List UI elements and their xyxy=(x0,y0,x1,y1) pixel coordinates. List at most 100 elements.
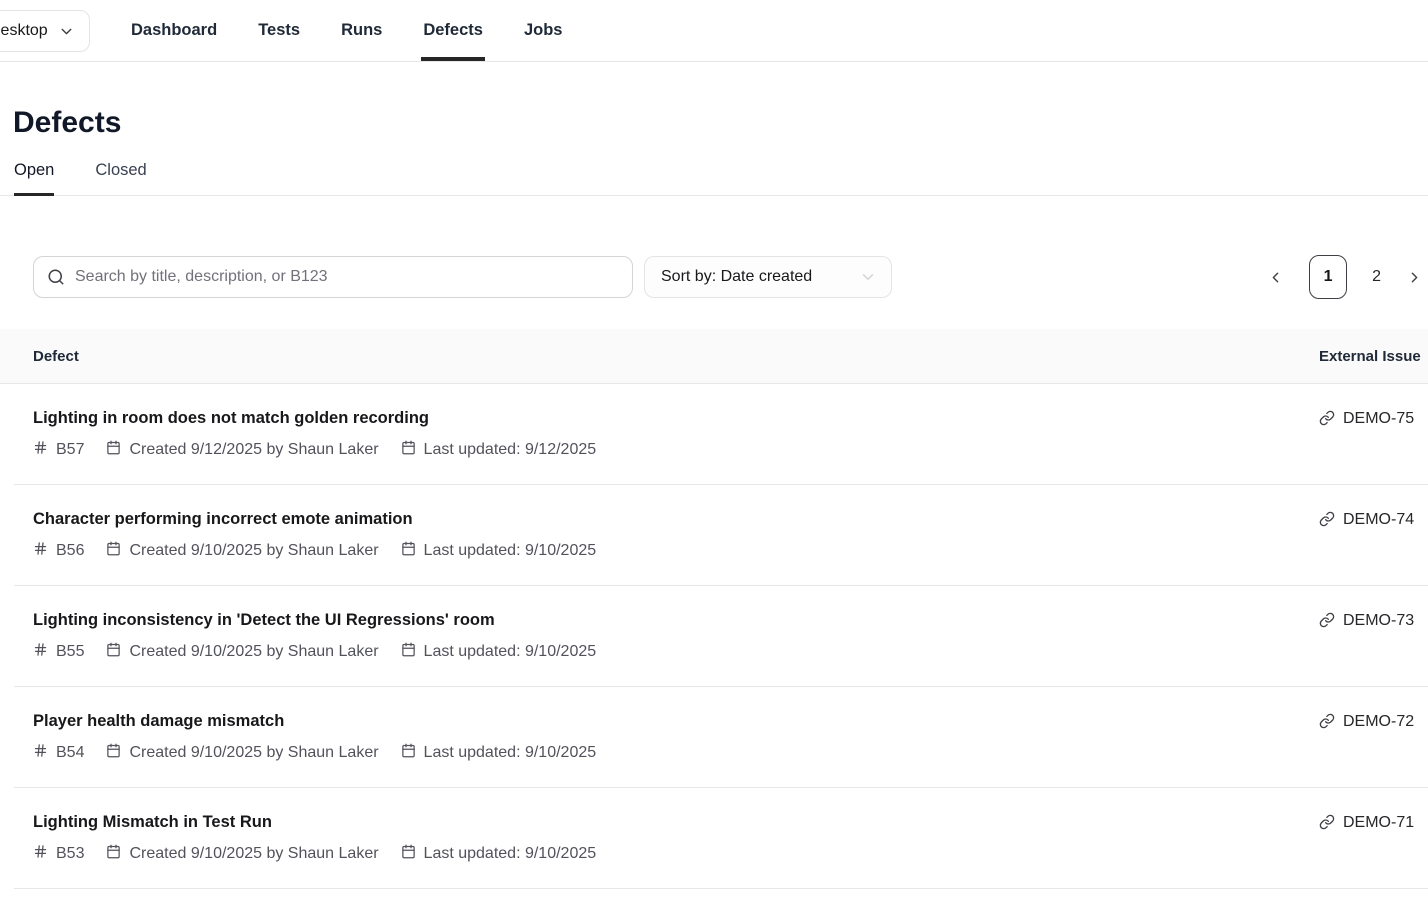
defect-title[interactable]: Character performing incorrect emote ani… xyxy=(33,509,596,530)
defect-meta: B55 Created 9/10/2025 by Shaun Laker Las… xyxy=(33,642,596,662)
calendar-icon xyxy=(401,541,416,561)
table-row[interactable]: Lighting inconsistency in 'Detect the UI… xyxy=(0,586,1428,687)
chevron-down-icon xyxy=(859,268,877,286)
created-info: Created 9/10/2025 by Shaun Laker xyxy=(106,844,378,864)
list-controls: Sort by: Date created 1 2 xyxy=(0,256,1428,298)
link-icon xyxy=(1319,610,1335,634)
sort-dropdown[interactable]: Sort by: Date created xyxy=(644,256,892,298)
table-row[interactable]: Lighting in room does not match golden r… xyxy=(0,384,1428,485)
external-issue-label: DEMO-71 xyxy=(1343,812,1414,833)
created-info: Created 9/12/2025 by Shaun Laker xyxy=(106,440,378,460)
calendar-icon xyxy=(106,440,121,460)
calendar-icon xyxy=(401,844,416,864)
defect-title[interactable]: Player health damage mismatch xyxy=(33,711,596,732)
defect-cell: Player health damage mismatch B54 Create… xyxy=(33,711,596,788)
defect-id-label: B55 xyxy=(56,643,84,661)
defect-meta: B54 Created 9/10/2025 by Shaun Laker Las… xyxy=(33,743,596,763)
calendar-icon xyxy=(106,541,121,561)
defect-id: B55 xyxy=(33,642,84,662)
created-label: Created 9/10/2025 by Shaun Laker xyxy=(129,845,378,863)
hash-icon xyxy=(33,743,48,763)
calendar-icon xyxy=(401,642,416,662)
previous-page-button[interactable] xyxy=(1267,269,1284,286)
link-icon xyxy=(1319,408,1335,432)
status-tabs: Open Closed xyxy=(0,161,1428,196)
defects-page: Defects Open Closed Sort by: Date create… xyxy=(0,106,1428,889)
defect-id: B56 xyxy=(33,541,84,561)
updated-info: Last updated: 9/10/2025 xyxy=(401,844,597,864)
main-nav: Dashboard Tests Runs Defects Jobs xyxy=(131,0,562,61)
updated-label: Last updated: 9/12/2025 xyxy=(424,441,597,459)
external-issue-link[interactable]: DEMO-71 xyxy=(1319,812,1428,889)
created-label: Created 9/12/2025 by Shaun Laker xyxy=(129,441,378,459)
chevron-down-icon xyxy=(58,23,75,40)
link-icon xyxy=(1319,509,1335,533)
updated-label: Last updated: 9/10/2025 xyxy=(424,744,597,762)
external-issue-link[interactable]: DEMO-73 xyxy=(1319,610,1428,687)
external-issue-label: DEMO-73 xyxy=(1343,610,1414,631)
external-issue-link[interactable]: DEMO-74 xyxy=(1319,509,1428,586)
defect-title[interactable]: Lighting inconsistency in 'Detect the UI… xyxy=(33,610,596,631)
nav-item-runs[interactable]: Runs xyxy=(341,0,382,61)
updated-info: Last updated: 9/10/2025 xyxy=(401,642,597,662)
nav-item-defects[interactable]: Defects xyxy=(423,0,483,61)
tab-open[interactable]: Open xyxy=(14,161,54,195)
defect-title[interactable]: Lighting Mismatch in Test Run xyxy=(33,812,596,833)
nav-item-jobs[interactable]: Jobs xyxy=(524,0,563,61)
hash-icon xyxy=(33,642,48,662)
page-title: Defects xyxy=(13,106,1428,140)
created-label: Created 9/10/2025 by Shaun Laker xyxy=(129,542,378,560)
top-navigation: Desktop Dashboard Tests Runs Defects Job… xyxy=(0,0,1428,62)
defect-id-label: B53 xyxy=(56,845,84,863)
sort-dropdown-label: Sort by: Date created xyxy=(661,268,812,286)
next-page-button[interactable] xyxy=(1406,269,1423,286)
defect-meta: B56 Created 9/10/2025 by Shaun Laker Las… xyxy=(33,541,596,561)
updated-label: Last updated: 9/10/2025 xyxy=(424,643,597,661)
calendar-icon xyxy=(106,844,121,864)
defect-title[interactable]: Lighting in room does not match golden r… xyxy=(33,408,596,429)
defect-cell: Lighting in room does not match golden r… xyxy=(33,408,596,485)
page-button-1[interactable]: 1 xyxy=(1309,255,1347,299)
table-row[interactable]: Lighting Mismatch in Test Run B53 Create… xyxy=(0,788,1428,889)
defects-table: Defect External Issue Lighting in room d… xyxy=(0,329,1428,889)
created-info: Created 9/10/2025 by Shaun Laker xyxy=(106,541,378,561)
nav-item-tests[interactable]: Tests xyxy=(258,0,300,61)
external-issue-link[interactable]: DEMO-75 xyxy=(1319,408,1428,485)
project-selector-label: Desktop xyxy=(0,22,48,40)
created-info: Created 9/10/2025 by Shaun Laker xyxy=(106,642,378,662)
table-header: Defect External Issue xyxy=(0,329,1428,384)
external-issue-label: DEMO-74 xyxy=(1343,509,1414,530)
hash-icon xyxy=(33,440,48,460)
column-header-defect: Defect xyxy=(33,348,79,365)
tab-closed[interactable]: Closed xyxy=(95,161,146,195)
defect-list: Lighting in room does not match golden r… xyxy=(0,384,1428,889)
pagination: 1 2 xyxy=(1267,255,1423,299)
created-info: Created 9/10/2025 by Shaun Laker xyxy=(106,743,378,763)
updated-info: Last updated: 9/12/2025 xyxy=(401,440,597,460)
external-issue-link[interactable]: DEMO-72 xyxy=(1319,711,1428,788)
nav-item-dashboard[interactable]: Dashboard xyxy=(131,0,217,61)
defect-id: B54 xyxy=(33,743,84,763)
updated-label: Last updated: 9/10/2025 xyxy=(424,845,597,863)
defect-id-label: B54 xyxy=(56,744,84,762)
defect-id: B57 xyxy=(33,440,84,460)
updated-info: Last updated: 9/10/2025 xyxy=(401,743,597,763)
calendar-icon xyxy=(106,642,121,662)
defect-cell: Character performing incorrect emote ani… xyxy=(33,509,596,586)
calendar-icon xyxy=(106,743,121,763)
table-row[interactable]: Character performing incorrect emote ani… xyxy=(0,485,1428,586)
defect-id: B53 xyxy=(33,844,84,864)
created-label: Created 9/10/2025 by Shaun Laker xyxy=(129,744,378,762)
hash-icon xyxy=(33,541,48,561)
created-label: Created 9/10/2025 by Shaun Laker xyxy=(129,643,378,661)
external-issue-label: DEMO-72 xyxy=(1343,711,1414,732)
updated-label: Last updated: 9/10/2025 xyxy=(424,542,597,560)
defect-cell: Lighting inconsistency in 'Detect the UI… xyxy=(33,610,596,687)
page-button-2[interactable]: 2 xyxy=(1372,268,1381,286)
table-row[interactable]: Player health damage mismatch B54 Create… xyxy=(0,687,1428,788)
search-input[interactable] xyxy=(33,256,633,298)
defect-meta: B53 Created 9/10/2025 by Shaun Laker Las… xyxy=(33,844,596,864)
project-selector[interactable]: Desktop xyxy=(0,10,90,52)
link-icon xyxy=(1319,711,1335,735)
hash-icon xyxy=(33,844,48,864)
